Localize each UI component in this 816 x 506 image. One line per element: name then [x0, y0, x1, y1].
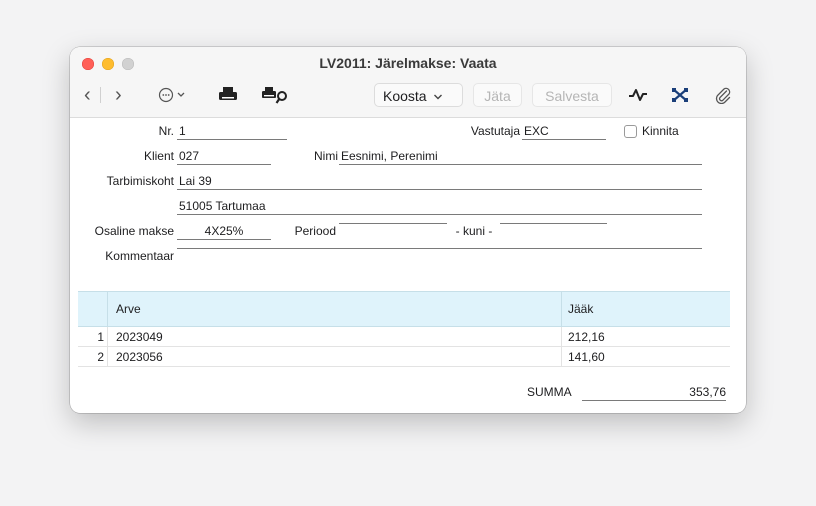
activity-button[interactable] — [628, 88, 648, 107]
vastutaja-label: Vastutaja — [470, 124, 520, 138]
grid-column-divider — [107, 347, 108, 366]
window-title: LV2011: Järelmakse: Vaata — [319, 55, 497, 71]
column-header-arve[interactable]: Arve — [116, 301, 141, 317]
tarbimiskoht-label: Tarbimiskoht — [106, 174, 174, 188]
osaline-makse-label: Osaline makse — [94, 224, 174, 238]
expand-button[interactable] — [671, 87, 689, 108]
ellipsis-circle-icon — [158, 87, 185, 103]
koosta-label: Koosta — [383, 88, 427, 104]
nimi-field[interactable]: Eesnimi, Perenimi — [339, 148, 702, 165]
column-header-jaak[interactable]: Jääk — [568, 301, 593, 317]
arve-grid: Arve Jääk 1 2023049 212,16 2 2023056 141… — [78, 291, 730, 367]
titlebar: LV2011: Järelmakse: Vaata ‹ › Koosta Jät… — [70, 47, 746, 118]
attach-button[interactable] — [714, 86, 732, 109]
paperclip-icon — [715, 87, 731, 105]
klient-label: Klient — [143, 149, 174, 163]
periood-to-field[interactable] — [500, 223, 607, 224]
tarbimiskoht-field-line1[interactable]: Lai 39 — [177, 173, 702, 190]
kommentaar-label: Kommentaar — [105, 249, 174, 263]
summa-label: SUMMA — [527, 385, 572, 399]
kommentaar-field[interactable] — [177, 248, 702, 249]
chevron-down-icon — [434, 94, 443, 100]
table-row[interactable]: 1 2023049 212,16 — [78, 327, 730, 347]
expand-icon — [672, 88, 688, 102]
nr-field[interactable]: 1 — [177, 123, 287, 140]
kinnita-checkbox[interactable] — [624, 125, 637, 138]
chevron-right-icon[interactable]: › — [115, 85, 122, 105]
vastutaja-field[interactable]: EXC — [522, 123, 606, 140]
salvesta-button[interactable]: Salvesta — [532, 83, 612, 107]
chevron-left-icon[interactable]: ‹ — [84, 85, 91, 105]
tarbimiskoht-field-line2[interactable]: 51005 Tartumaa — [177, 198, 702, 215]
kuni-label: - kuni - — [455, 224, 493, 238]
activity-icon — [629, 89, 647, 101]
osaline-makse-field[interactable]: 4X25% — [177, 223, 271, 240]
jaak-cell[interactable]: 212,16 — [568, 329, 605, 345]
summa-field: 353,76 — [582, 384, 726, 401]
kinnita-label: Kinnita — [642, 124, 679, 138]
form-content: Nr. 1 Vastutaja EXC Kinnita Klient 027 N… — [70, 118, 746, 413]
grid-column-divider — [561, 292, 562, 326]
more-actions-button[interactable] — [158, 87, 188, 108]
grid-header: Arve Jääk — [78, 291, 730, 327]
koosta-dropdown-button[interactable]: Koosta — [374, 83, 463, 107]
nr-label: Nr. — [158, 124, 174, 138]
periood-label: Periood — [294, 224, 336, 238]
arve-cell[interactable]: 2023049 — [116, 329, 163, 345]
grid-column-divider — [561, 327, 562, 346]
table-row[interactable]: 2 2023056 141,60 — [78, 347, 730, 367]
grid-column-divider — [561, 347, 562, 366]
klient-field[interactable]: 027 — [177, 148, 271, 165]
printer-icon — [219, 87, 237, 100]
grid-column-divider — [107, 327, 108, 346]
nav-separator — [100, 87, 101, 103]
record-window: LV2011: Järelmakse: Vaata ‹ › Koosta Jät… — [70, 47, 746, 413]
nimi-label: Nimi — [314, 149, 338, 163]
row-number: 1 — [97, 330, 104, 344]
print-button[interactable] — [218, 86, 238, 108]
print-preview-button[interactable] — [261, 86, 289, 110]
row-number: 2 — [97, 350, 104, 364]
arve-cell[interactable]: 2023056 — [116, 349, 163, 365]
periood-from-field[interactable] — [339, 223, 447, 224]
jaak-cell[interactable]: 141,60 — [568, 349, 605, 365]
jata-button[interactable]: Jäta — [473, 83, 522, 107]
grid-column-divider — [107, 292, 108, 326]
print-preview-icon — [262, 87, 287, 104]
